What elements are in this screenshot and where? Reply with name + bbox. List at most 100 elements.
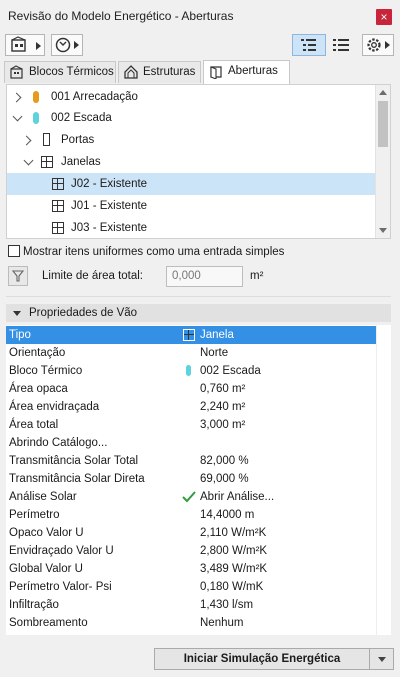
tree-list-icon [301,39,316,51]
property-name: Bloco Térmico [9,365,83,377]
tree-item-j03[interactable]: J03 - Existente [7,217,375,238]
property-row-abrindo-catalogo[interactable]: Abrindo Catálogo... [6,434,376,452]
property-value: 0,180 W/mK [200,581,264,593]
chevron-down-icon [23,155,34,166]
property-row-analise-solar[interactable]: Análise Solar Abrir Análise... [6,488,376,506]
openings-tree[interactable]: 001 Arrecadação 002 Escada Portas Janela… [6,84,391,239]
property-name: Abrindo Catálogo... [9,437,108,449]
property-row-orientacao[interactable]: Orientação Norte [6,344,376,362]
area-unit: m² [250,270,264,282]
list-icon [333,39,349,51]
tab-openings[interactable]: Aberturas [203,60,290,84]
caret-right-icon [36,42,41,50]
properties-section-header[interactable]: Propriedades de Vão [6,304,391,322]
chevron-down-icon [378,657,386,662]
refresh-icon [55,37,71,53]
tree-item-portas[interactable]: Portas [7,129,375,151]
close-button[interactable]: × [376,9,392,25]
start-energy-simulation-button[interactable]: Iniciar Simulação Energética [154,648,370,670]
property-row-bloco-termico[interactable]: Bloco Térmico 002 Escada [6,362,376,380]
tree-item-j02[interactable]: J02 - Existente [7,173,375,195]
view-mode-dropdown[interactable] [5,34,45,56]
property-row-sombreamento[interactable]: Sombreamento Nenhum [6,614,376,632]
openings-icon [210,66,222,79]
scroll-up-arrow-icon[interactable] [379,90,387,95]
tree-item-label: J02 - Existente [71,178,148,190]
property-name: Infiltração [9,599,59,611]
property-row-envidracado-u[interactable]: Envidraçado Valor U 2,800 W/m²K [6,542,376,560]
simulation-options-dropdown[interactable] [369,648,394,670]
property-row-perimetro[interactable]: Perímetro 14,4000 m [6,506,376,524]
property-row-area-opaca[interactable]: Área opaca 0,760 m² [6,380,376,398]
area-limit-input[interactable]: 0,000 [166,266,243,287]
properties-title: Propriedades de Vão [29,307,138,319]
property-value: 1,430 l/sm [200,599,254,611]
tree-view-button[interactable] [292,34,326,56]
property-value: 3,000 m² [200,419,246,431]
tree-scrollbar[interactable] [375,85,390,238]
property-row-transmitancia-direta[interactable]: Transmitância Solar Direta 69,000 % [6,470,376,488]
tree-item-label: J03 - Existente [71,222,148,234]
property-row-perimetro-psi[interactable]: Perímetro Valor- Psi 0,180 W/mK [6,578,376,596]
tree-item-002-escada[interactable]: 002 Escada [7,107,375,129]
property-name: Sombreamento [9,617,88,629]
property-name: Transmitância Solar Total [9,455,139,467]
property-name: Área total [9,419,59,431]
window-icon [52,222,64,234]
thermal-blocks-icon [10,65,23,79]
window-icon [183,329,195,341]
property-value: 2,110 W/m²K [200,527,267,539]
tab-label: Aberturas [228,65,278,77]
property-value: 0,760 m² [200,383,246,395]
refresh-dropdown[interactable] [51,34,83,56]
thermal-block-color-icon [33,112,39,124]
caret-right-icon [385,41,390,49]
scroll-thumb[interactable] [378,101,388,147]
area-limit-label: Limite de área total: [42,270,144,282]
property-row-opaco-u[interactable]: Opaco Valor U 2,110 W/m²K [6,524,376,542]
properties-scrollbar[interactable] [376,325,391,635]
collapse-arrow-icon [13,311,21,316]
property-name: Opaco Valor U [9,527,84,539]
property-name: Perímetro Valor- Psi [9,581,112,593]
property-row-infiltracao[interactable]: Infiltração 1,430 l/sm [6,596,376,614]
properties-table: Tipo Janela Orientação Norte Bloco Térmi… [6,325,391,635]
property-value: Nenhum [200,617,244,629]
flat-list-button[interactable] [326,34,356,56]
tab-bar: Blocos Térmicos Estruturas Aberturas [0,60,400,84]
scroll-down-arrow-icon[interactable] [379,228,387,233]
caret-right-icon [74,41,79,49]
property-row-area-total[interactable]: Área total 3,000 m² [6,416,376,434]
uniform-items-checkbox[interactable] [8,245,20,257]
chevron-right-icon [21,135,32,146]
title-bar: Revisão do Modelo Energético - Aberturas… [0,0,400,32]
filter-button[interactable] [8,266,28,286]
property-row-transmitancia-total[interactable]: Transmitância Solar Total 82,000 % [6,452,376,470]
settings-dropdown[interactable] [362,34,394,56]
property-value: 69,000 % [200,473,249,485]
property-row-area-envidracada[interactable]: Área envidraçada 2,240 m² [6,398,376,416]
tree-item-label: Janelas [61,156,101,168]
property-row-global-u[interactable]: Global Valor U 3,489 W/m²K [6,560,376,578]
property-value: 2,800 W/m²K [200,545,268,557]
tree-item-label: 001 Arrecadação [51,91,138,103]
door-icon [43,133,50,146]
tab-structures[interactable]: Estruturas [118,61,201,83]
uniform-items-label: Mostrar itens uniformes como uma entrada… [23,246,285,258]
window-icon [41,156,53,168]
property-name: Tipo [9,329,31,341]
tab-label: Estruturas [143,66,196,78]
property-name: Análise Solar [9,491,77,503]
property-value: 14,4000 m [200,509,255,521]
divider [6,296,391,297]
property-value: 3,489 W/m²K [200,563,268,575]
tree-item-janelas[interactable]: Janelas [7,151,375,173]
property-name: Transmitância Solar Direta [9,473,145,485]
property-row-tipo[interactable]: Tipo Janela [6,326,376,344]
tab-thermal-blocks[interactable]: Blocos Térmicos [4,61,116,83]
checkmark-icon [182,491,196,503]
open-solar-analysis-link[interactable]: Abrir Análise... [200,488,274,506]
tree-item-001-arrecadacao[interactable]: 001 Arrecadação [7,86,375,108]
tree-item-j01[interactable]: J01 - Existente [7,195,375,217]
window-icon [52,178,64,190]
